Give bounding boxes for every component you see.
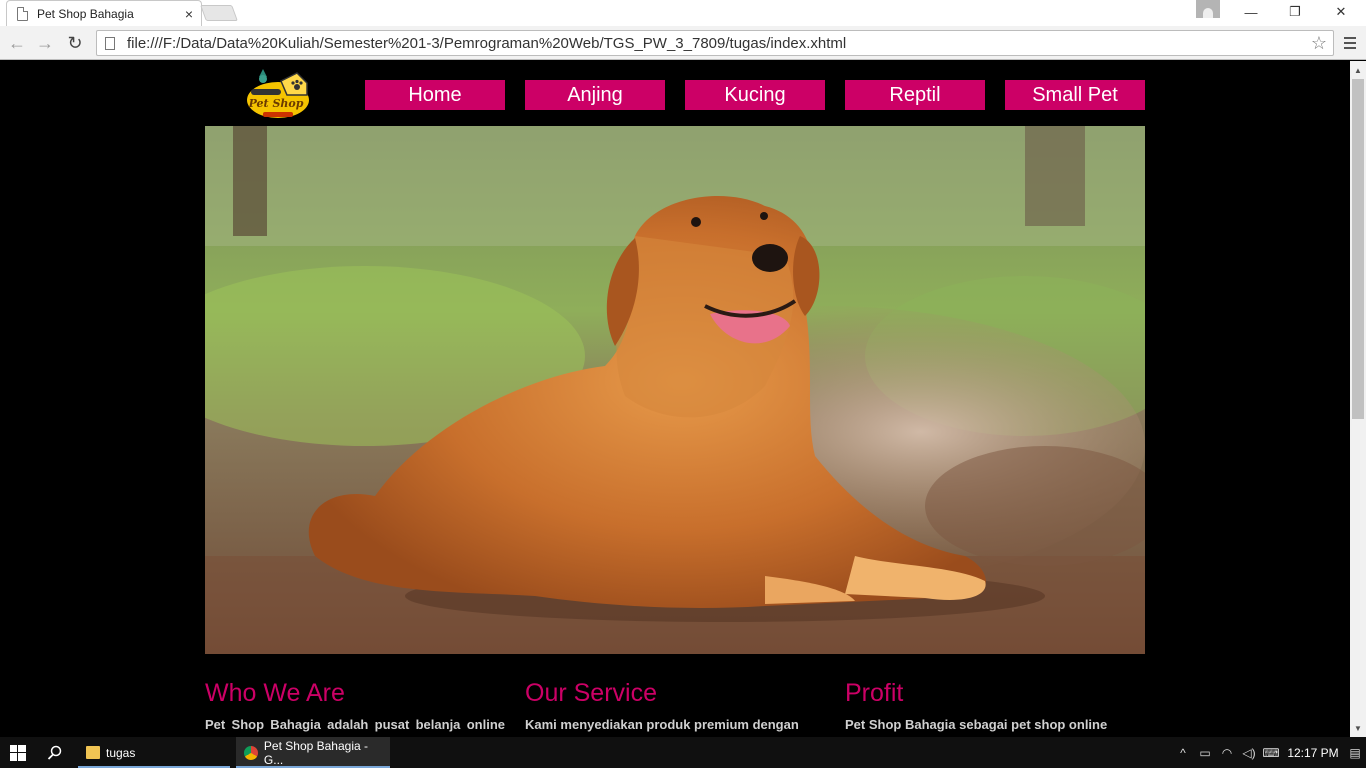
pet-shop-logo[interactable]: Pet Shop [245, 67, 311, 123]
start-button[interactable] [0, 737, 36, 768]
wifi-icon[interactable]: ◠ [1216, 746, 1238, 760]
bookmark-star-icon[interactable]: ☆ [1305, 33, 1333, 54]
who-we-are-section: Who We Are Pet Shop Bahagia adalah pusat… [205, 678, 505, 737]
scroll-down-icon[interactable]: ▼ [1350, 720, 1366, 736]
system-tray: ^ ▭ ◠ ◁) ⌨ 12:17 PM ▤ [1172, 737, 1366, 768]
scrollbar-thumb[interactable] [1352, 79, 1364, 419]
browser-toolbar: ← → ↻ file:///F:/Data/Data%20Kuliah/Seme… [0, 26, 1366, 60]
scroll-up-icon[interactable]: ▲ [1350, 62, 1366, 78]
browser-title-bar: Pet Shop Bahagia × — ❐ ✕ [0, 0, 1366, 26]
logo-text: Pet Shop [248, 97, 304, 110]
info-columns: Who We Are Pet Shop Bahagia adalah pusat… [205, 678, 1145, 737]
menu-anjing[interactable]: Anjing [525, 80, 665, 110]
menu-small-pet[interactable]: Small Pet [1005, 80, 1145, 110]
menu-kucing[interactable]: Kucing [685, 80, 825, 110]
restore-button[interactable]: ❐ [1272, 0, 1318, 24]
volume-icon[interactable]: ◁) [1238, 746, 1260, 760]
reload-button[interactable]: ↻ [62, 30, 88, 56]
search-button[interactable] [40, 737, 70, 768]
keyboard-icon[interactable]: ⌨ [1260, 746, 1282, 760]
url-text[interactable]: file:///F:/Data/Data%20Kuliah/Semester%2… [127, 35, 1305, 52]
profile-icon[interactable] [1196, 0, 1220, 18]
who-we-are-text: Pet Shop Bahagia adalah pusat belanja on… [205, 717, 505, 737]
search-icon [47, 745, 62, 760]
our-service-text: Kami menyediakan produk premium dengan [525, 717, 799, 732]
who-we-are-heading: Who We Are [205, 679, 345, 707]
show-hidden-icons-icon[interactable]: ^ [1172, 746, 1194, 760]
page-icon [105, 36, 115, 50]
new-tab-button[interactable] [200, 5, 238, 21]
clock[interactable]: 12:17 PM [1282, 746, 1344, 760]
tab-title: Pet Shop Bahagia [37, 6, 134, 21]
taskbar-app-explorer[interactable]: tugas [78, 737, 230, 768]
forward-button[interactable]: → [32, 30, 58, 56]
taskbar-app-chrome[interactable]: Pet Shop Bahagia - G... [236, 737, 390, 768]
page-viewport: Pet Shop Home Anjing Kucing Reptil Small… [0, 61, 1350, 737]
folder-icon [86, 746, 100, 759]
back-button[interactable]: ← [4, 30, 30, 56]
chrome-menu-button[interactable] [1338, 30, 1362, 56]
taskbar-app-label: Pet Shop Bahagia - G... [263, 738, 368, 767]
site-header: Pet Shop Home Anjing Kucing Reptil Small… [205, 61, 1145, 126]
page-icon [17, 6, 28, 21]
close-window-button[interactable]: ✕ [1318, 0, 1364, 24]
minimize-button[interactable]: — [1228, 0, 1274, 24]
windows-logo-icon [10, 744, 26, 761]
main-menu: Home Anjing Kucing Reptil Small Pet [365, 80, 1145, 110]
browser-tab[interactable]: Pet Shop Bahagia × [6, 0, 202, 26]
windows-taskbar: tugas Pet Shop Bahagia - G... ^ ▭ ◠ ◁) ⌨… [0, 737, 1366, 768]
address-bar[interactable]: file:///F:/Data/Data%20Kuliah/Semester%2… [96, 30, 1334, 56]
profit-text: Pet Shop Bahagia sebagai pet shop online [845, 717, 1108, 732]
our-service-heading: Our Service [525, 679, 657, 707]
our-service-section: Our Service Kami menyediakan produk prem… [525, 678, 825, 737]
chrome-icon [244, 745, 258, 760]
hero-dog-image [205, 126, 1145, 654]
profit-heading: Profit [845, 679, 904, 707]
battery-icon[interactable]: ▭ [1194, 746, 1216, 760]
profit-section: Profit Pet Shop Bahagia sebagai pet shop… [845, 678, 1145, 737]
action-center-icon[interactable]: ▤ [1344, 746, 1366, 760]
taskbar-app-label: tugas [106, 745, 136, 760]
page-scrollbar[interactable]: ▲ ▼ [1350, 61, 1366, 737]
menu-home[interactable]: Home [365, 80, 505, 110]
tab-close-icon[interactable]: × [181, 6, 197, 22]
menu-reptil[interactable]: Reptil [845, 80, 985, 110]
